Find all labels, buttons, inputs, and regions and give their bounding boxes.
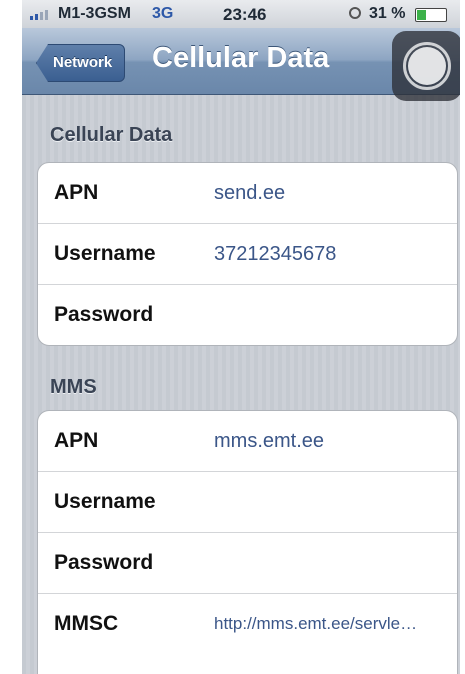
field-label: APN	[54, 181, 99, 204]
mms-mmsc-row[interactable]: MMSC http://mms.emt.ee/servle…	[38, 594, 457, 654]
signal-bars-icon	[30, 10, 48, 20]
section-header-mms: MMS	[50, 376, 97, 398]
cellular-username-row[interactable]: Username 37212345678	[38, 224, 457, 285]
section-header-cellular: Cellular Data	[50, 124, 173, 146]
cellular-data-group: APN send.ee Username 37212345678 Passwor…	[37, 162, 458, 346]
cellular-password-row[interactable]: Password	[38, 285, 457, 345]
field-label: APN	[54, 429, 99, 452]
mms-password-row[interactable]: Password	[38, 533, 457, 594]
back-button[interactable]: Network	[36, 44, 126, 82]
alarm-clock-icon	[349, 7, 361, 19]
status-bar: M1-3GSM 3G 23:46 31 %	[22, 0, 460, 28]
field-label: Username	[54, 242, 156, 265]
mms-group: APN mms.emt.ee Username Password MMSC ht…	[37, 410, 458, 674]
battery-fill	[417, 10, 426, 20]
field-label: Username	[54, 490, 156, 513]
assistive-touch-icon[interactable]	[392, 31, 460, 101]
navigation-bar: Network Cellular Data	[22, 28, 460, 101]
phone-screen: M1-3GSM 3G 23:46 31 % Network Cellular D…	[22, 0, 460, 674]
network-type: 3G	[152, 5, 174, 22]
cellular-apn-row[interactable]: APN send.ee	[38, 163, 457, 224]
mms-username-row[interactable]: Username	[38, 472, 457, 533]
cellular-apn-field[interactable]: send.ee	[214, 182, 285, 205]
assistive-touch-dot	[408, 47, 446, 85]
field-label: Password	[54, 551, 154, 574]
battery-percent: 31 %	[369, 5, 406, 22]
page-title: Cellular Data	[152, 42, 330, 74]
field-label: Password	[54, 303, 154, 326]
mms-apn-row[interactable]: APN mms.emt.ee	[38, 411, 457, 472]
battery-icon	[415, 8, 447, 22]
carrier-name: M1-3GSM	[58, 5, 131, 22]
mms-apn-field[interactable]: mms.emt.ee	[214, 430, 324, 453]
field-label: MMSC	[54, 612, 119, 635]
clock-time: 23:46	[223, 5, 267, 24]
mms-mmsc-field[interactable]: http://mms.emt.ee/servle…	[214, 614, 417, 634]
cellular-username-field[interactable]: 37212345678	[214, 243, 336, 266]
